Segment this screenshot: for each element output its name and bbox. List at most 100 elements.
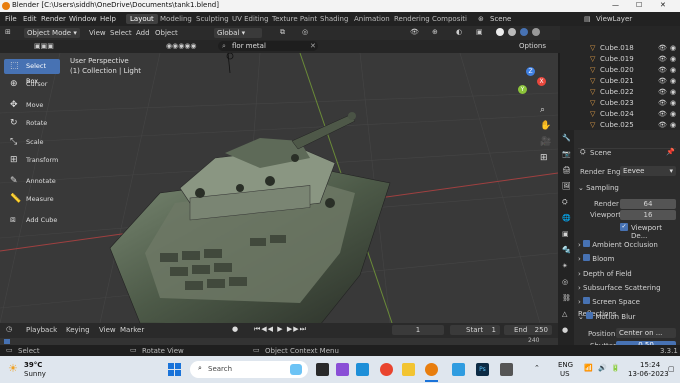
shading-solid-icon[interactable] bbox=[508, 28, 516, 36]
outliner-row[interactable]: ▽ Cube.020 👁 ◉ bbox=[560, 65, 680, 75]
shading-rendered-icon[interactable] bbox=[532, 28, 540, 36]
tab-texture-paint[interactable]: Texture Paint bbox=[268, 14, 321, 24]
select-mode-icon[interactable]: ▣▣▣ bbox=[34, 42, 54, 50]
outliner-row[interactable]: ▽ Cube.025 👁 ◉ bbox=[560, 120, 680, 130]
sampling-panel-header[interactable]: ⌄ Sampling bbox=[578, 182, 678, 194]
eye-icon[interactable]: 👁 bbox=[658, 43, 667, 53]
file-explorer-icon[interactable] bbox=[402, 363, 415, 376]
language-eng[interactable]: ENG bbox=[558, 361, 573, 369]
modifier-tab-icon[interactable]: 🔩 bbox=[562, 246, 571, 254]
eye-icon[interactable]: 👁 bbox=[658, 120, 667, 130]
motion-blur-checkbox[interactable] bbox=[586, 312, 594, 319]
sun-weather-icon[interactable]: ☀ bbox=[8, 362, 18, 375]
header-menu-view[interactable]: View bbox=[89, 29, 106, 37]
camera-visibility-icon[interactable]: ◉ bbox=[670, 43, 676, 53]
zoom-icon[interactable]: ⌕ bbox=[540, 105, 545, 115]
tool-tab-icon[interactable]: 🔧 bbox=[562, 134, 571, 142]
tab-shading[interactable]: Shading bbox=[316, 14, 352, 24]
scene-tab-icon[interactable]: ⛭ bbox=[562, 198, 568, 207]
pan-hand-icon[interactable]: ✋ bbox=[540, 121, 551, 131]
timeline-menu-playback[interactable]: Playback bbox=[26, 326, 57, 334]
snap-icon[interactable]: ⧉ bbox=[280, 28, 285, 37]
material-tab-icon[interactable]: ● bbox=[562, 326, 568, 334]
menu-file[interactable]: File bbox=[5, 15, 17, 23]
menu-help[interactable]: Help bbox=[100, 15, 116, 23]
language-us[interactable]: US bbox=[560, 370, 570, 378]
mail-icon[interactable] bbox=[452, 363, 465, 376]
overlay-toggle-icon[interactable]: ◐ bbox=[456, 28, 462, 36]
tab-compositing[interactable]: Compositi bbox=[428, 14, 471, 24]
blender-taskbar-icon[interactable] bbox=[425, 363, 438, 376]
camera-visibility-icon[interactable]: ◉ bbox=[670, 76, 676, 86]
particles-tab-icon[interactable]: ✴ bbox=[562, 262, 568, 270]
bloom-header[interactable]: › Bloom bbox=[578, 253, 678, 265]
motion-blur-header[interactable]: ⌄ Motion Blur bbox=[578, 311, 678, 323]
eye-icon[interactable]: 👁 bbox=[658, 76, 667, 86]
outliner-row[interactable]: ▽ Cube.022 👁 ◉ bbox=[560, 87, 680, 97]
header-menu-object[interactable]: Object bbox=[155, 29, 178, 37]
timeline-ruler[interactable]: 240 bbox=[0, 337, 558, 345]
menu-render[interactable]: Render bbox=[41, 15, 66, 23]
visibility-icon[interactable]: 👁 bbox=[410, 28, 419, 36]
clear-search-icon[interactable]: ✕ bbox=[310, 42, 316, 50]
shading-wireframe-icon[interactable] bbox=[496, 28, 504, 36]
constraints-tab-icon[interactable]: ⛓ bbox=[562, 294, 571, 302]
screen-space-reflections-header[interactable]: › Screen Space Reflections bbox=[578, 296, 678, 318]
bloom-checkbox[interactable] bbox=[583, 254, 591, 261]
outliner-row[interactable]: ▽ Cube.023 👁 ◉ bbox=[560, 98, 680, 108]
weather-temp[interactable]: 39°C bbox=[24, 361, 42, 369]
weather-condition[interactable]: Sunny bbox=[24, 370, 46, 378]
render-samples-field[interactable]: 64 bbox=[620, 199, 676, 209]
viewport-samples-field[interactable]: 16 bbox=[620, 210, 676, 220]
outliner-row[interactable]: ▽ Cube.021 👁 ◉ bbox=[560, 76, 680, 86]
menu-edit[interactable]: Edit bbox=[23, 15, 37, 23]
header-menu-add[interactable]: Add bbox=[136, 29, 150, 37]
camera-visibility-icon[interactable]: ◉ bbox=[670, 65, 676, 75]
render-engine-dropdown[interactable]: Eevee ▾ bbox=[620, 166, 676, 176]
mode-dropdown[interactable]: Object Mode ▾ bbox=[24, 28, 80, 38]
search-field[interactable]: ⌕ flor metal bbox=[218, 41, 318, 51]
tab-modeling[interactable]: Modeling bbox=[156, 14, 196, 24]
windows-start-icon[interactable] bbox=[168, 363, 181, 376]
pin-icon[interactable]: 📌 bbox=[666, 148, 675, 156]
battery-icon[interactable]: 🔋 bbox=[611, 364, 620, 372]
gizmo-toggle-icon[interactable]: ⊕ bbox=[432, 28, 438, 36]
eye-icon[interactable]: 👁 bbox=[658, 54, 667, 64]
app-icon[interactable] bbox=[500, 363, 513, 376]
photoshop-icon[interactable]: Ps bbox=[476, 363, 489, 376]
tray-chevron-icon[interactable]: ⌃ bbox=[534, 364, 540, 372]
taskbar-search-box[interactable]: ⌕ Search bbox=[190, 361, 308, 378]
tool-annotate[interactable]: ✎ Annotate bbox=[4, 174, 60, 189]
minimize-button[interactable]: — bbox=[612, 1, 619, 9]
physics-tab-icon[interactable]: ◎ bbox=[562, 278, 568, 286]
menu-window[interactable]: Window bbox=[69, 15, 97, 23]
playhead[interactable] bbox=[4, 339, 10, 344]
ortho-grid-icon[interactable]: ⊞ bbox=[540, 153, 548, 163]
camera-visibility-icon[interactable]: ◉ bbox=[670, 109, 676, 119]
camera-icon[interactable]: 🎥 bbox=[540, 137, 551, 147]
wifi-icon[interactable]: 📶 bbox=[584, 364, 593, 372]
timeline-menu-view[interactable]: View bbox=[99, 326, 116, 334]
edge-icon[interactable] bbox=[356, 363, 369, 376]
ambient-occlusion-header[interactable]: › Ambient Occlusion bbox=[578, 239, 678, 251]
header-tool-icons[interactable]: ◉◉◉◉◉ bbox=[166, 42, 197, 50]
gizmo-y-icon[interactable]: Y bbox=[518, 85, 527, 94]
ambient-occlusion-checkbox[interactable] bbox=[583, 240, 591, 247]
teams-icon[interactable] bbox=[336, 363, 349, 376]
clock-time[interactable]: 15:24 bbox=[640, 361, 660, 369]
navigation-gizmo[interactable]: Z X Y bbox=[512, 67, 546, 101]
tool-cursor[interactable]: ⊕ Cursor bbox=[4, 77, 60, 92]
output-tab-icon[interactable]: 🖨 bbox=[562, 166, 571, 174]
shading-material-icon[interactable] bbox=[520, 28, 528, 36]
eye-icon[interactable]: 👁 bbox=[658, 65, 667, 75]
viewlayer-selector[interactable]: ViewLayer bbox=[596, 15, 632, 23]
data-tab-icon[interactable]: △ bbox=[562, 310, 567, 318]
tool-add-cube[interactable]: ⧈ Add Cube bbox=[4, 213, 60, 228]
notification-icon[interactable]: ▢ bbox=[668, 365, 675, 373]
outliner-row[interactable]: ▽ Cube.019 👁 ◉ bbox=[560, 54, 680, 64]
record-icon[interactable]: ● bbox=[232, 325, 238, 333]
playback-controls[interactable]: ⏮◀◀ ▶ ▶▶⏭ bbox=[254, 325, 307, 334]
scene-selector[interactable]: Scene bbox=[490, 15, 511, 23]
proportional-edit-icon[interactable]: ◎ bbox=[302, 28, 308, 36]
tool-rotate[interactable]: ↻ Rotate bbox=[4, 116, 60, 131]
